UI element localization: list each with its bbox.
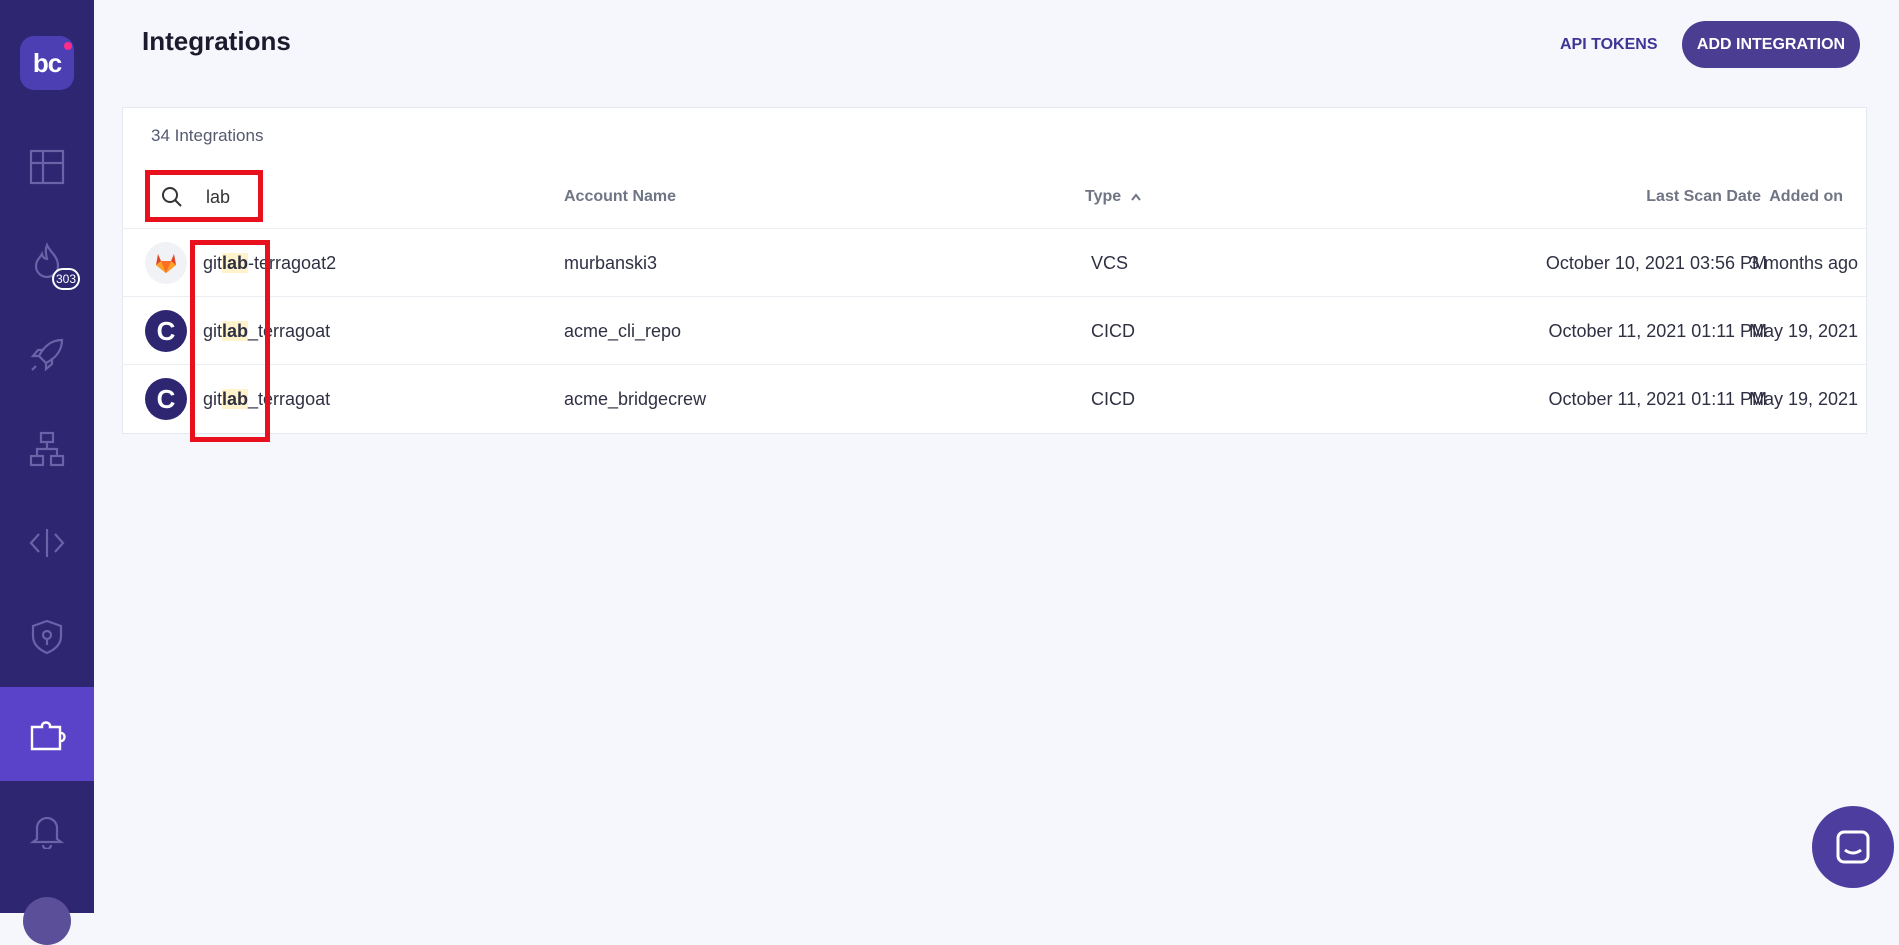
nav-inventory[interactable]: [0, 402, 94, 496]
column-account-name[interactable]: Account Name: [564, 188, 676, 206]
search-input[interactable]: [206, 185, 258, 209]
name-suffix: _terragoat: [248, 321, 331, 341]
column-type[interactable]: Type: [1085, 188, 1143, 206]
chat-icon: [1836, 830, 1870, 864]
account-name: murbanski3: [564, 253, 658, 273]
last-scan-date: October 11, 2021 01:11 PM: [1548, 389, 1767, 409]
last-scan-date: October 11, 2021 01:11 PM: [1548, 321, 1767, 341]
column-added-on[interactable]: Added on: [1763, 188, 1843, 206]
add-integration-button[interactable]: ADD INTEGRATION: [1682, 21, 1860, 68]
shield-icon: [31, 619, 63, 655]
rocket-icon: [30, 338, 64, 372]
nav-policies[interactable]: [0, 590, 94, 684]
added-on: May 19, 2021: [1749, 389, 1859, 409]
nav-incidents[interactable]: 303: [0, 214, 94, 308]
user-avatar[interactable]: [23, 897, 71, 945]
account-name: acme_cli_repo: [564, 321, 682, 341]
table-row[interactable]: C gitlab_terragoat acme_bridgecrew CICD …: [123, 364, 1866, 432]
search-field[interactable]: [145, 170, 263, 222]
integration-name: gitlab_terragoat: [203, 365, 330, 433]
nav-dashboard[interactable]: [0, 120, 94, 214]
added-on: May 19, 2021: [1749, 321, 1859, 341]
incidents-badge: 303: [52, 268, 81, 290]
column-last-scan-date[interactable]: Last Scan Date: [1531, 188, 1761, 206]
sort-asc-icon: [1131, 193, 1141, 201]
bridgecrew-logo[interactable]: bc: [20, 36, 74, 90]
gitlab-icon: [145, 242, 187, 284]
search-match: lab: [222, 389, 249, 409]
name-prefix: git: [203, 321, 223, 341]
search-match: lab: [222, 253, 249, 273]
name-prefix: git: [203, 253, 223, 273]
chat-widget-button[interactable]: [1812, 806, 1894, 888]
name-suffix: -terragoat2: [248, 253, 337, 273]
integration-type: CICD: [1091, 389, 1135, 409]
dashboard-icon: [29, 149, 65, 185]
nav-deploy[interactable]: [0, 308, 94, 402]
name-prefix: git: [203, 389, 223, 409]
integration-type: CICD: [1091, 321, 1135, 341]
nav-integrations[interactable]: [0, 687, 94, 781]
integration-type: VCS: [1091, 253, 1129, 273]
integrations-count: 34 Integrations: [151, 126, 264, 145]
table-row[interactable]: C gitlab_terragoat acme_cli_repo CICD Oc…: [123, 296, 1866, 364]
logo-dot: [64, 42, 72, 50]
search-match: lab: [222, 321, 249, 341]
integration-name: gitlab_terragoat: [203, 297, 330, 365]
page-title: Integrations: [142, 26, 291, 56]
added-on: 3 months ago: [1749, 253, 1859, 273]
circleci-icon: C: [145, 378, 187, 420]
logo-text: bc: [32, 47, 62, 78]
name-suffix: _terragoat: [248, 389, 331, 409]
integrations-table: 34 Integrations Account Name Type Last S…: [122, 107, 1867, 434]
nav-code[interactable]: [0, 496, 94, 590]
last-scan-date: October 10, 2021 03:56 PM: [1545, 253, 1767, 273]
nav-notifications[interactable]: [0, 783, 94, 877]
table-row[interactable]: gitlab-terragoat2 murbanski3 VCS October…: [123, 228, 1866, 296]
search-icon: [162, 187, 182, 207]
code-icon: [29, 529, 65, 557]
circleci-icon: C: [145, 310, 187, 352]
account-name: acme_bridgecrew: [564, 389, 707, 409]
api-tokens-link[interactable]: API TOKENS: [1560, 30, 1658, 60]
integration-name: gitlab-terragoat2: [203, 229, 336, 297]
bell-icon: [29, 816, 65, 849]
sidebar: bc 303: [0, 0, 94, 945]
column-type-label: Type: [1085, 188, 1122, 205]
puzzle-icon: [30, 721, 66, 751]
inventory-icon: [29, 431, 65, 467]
